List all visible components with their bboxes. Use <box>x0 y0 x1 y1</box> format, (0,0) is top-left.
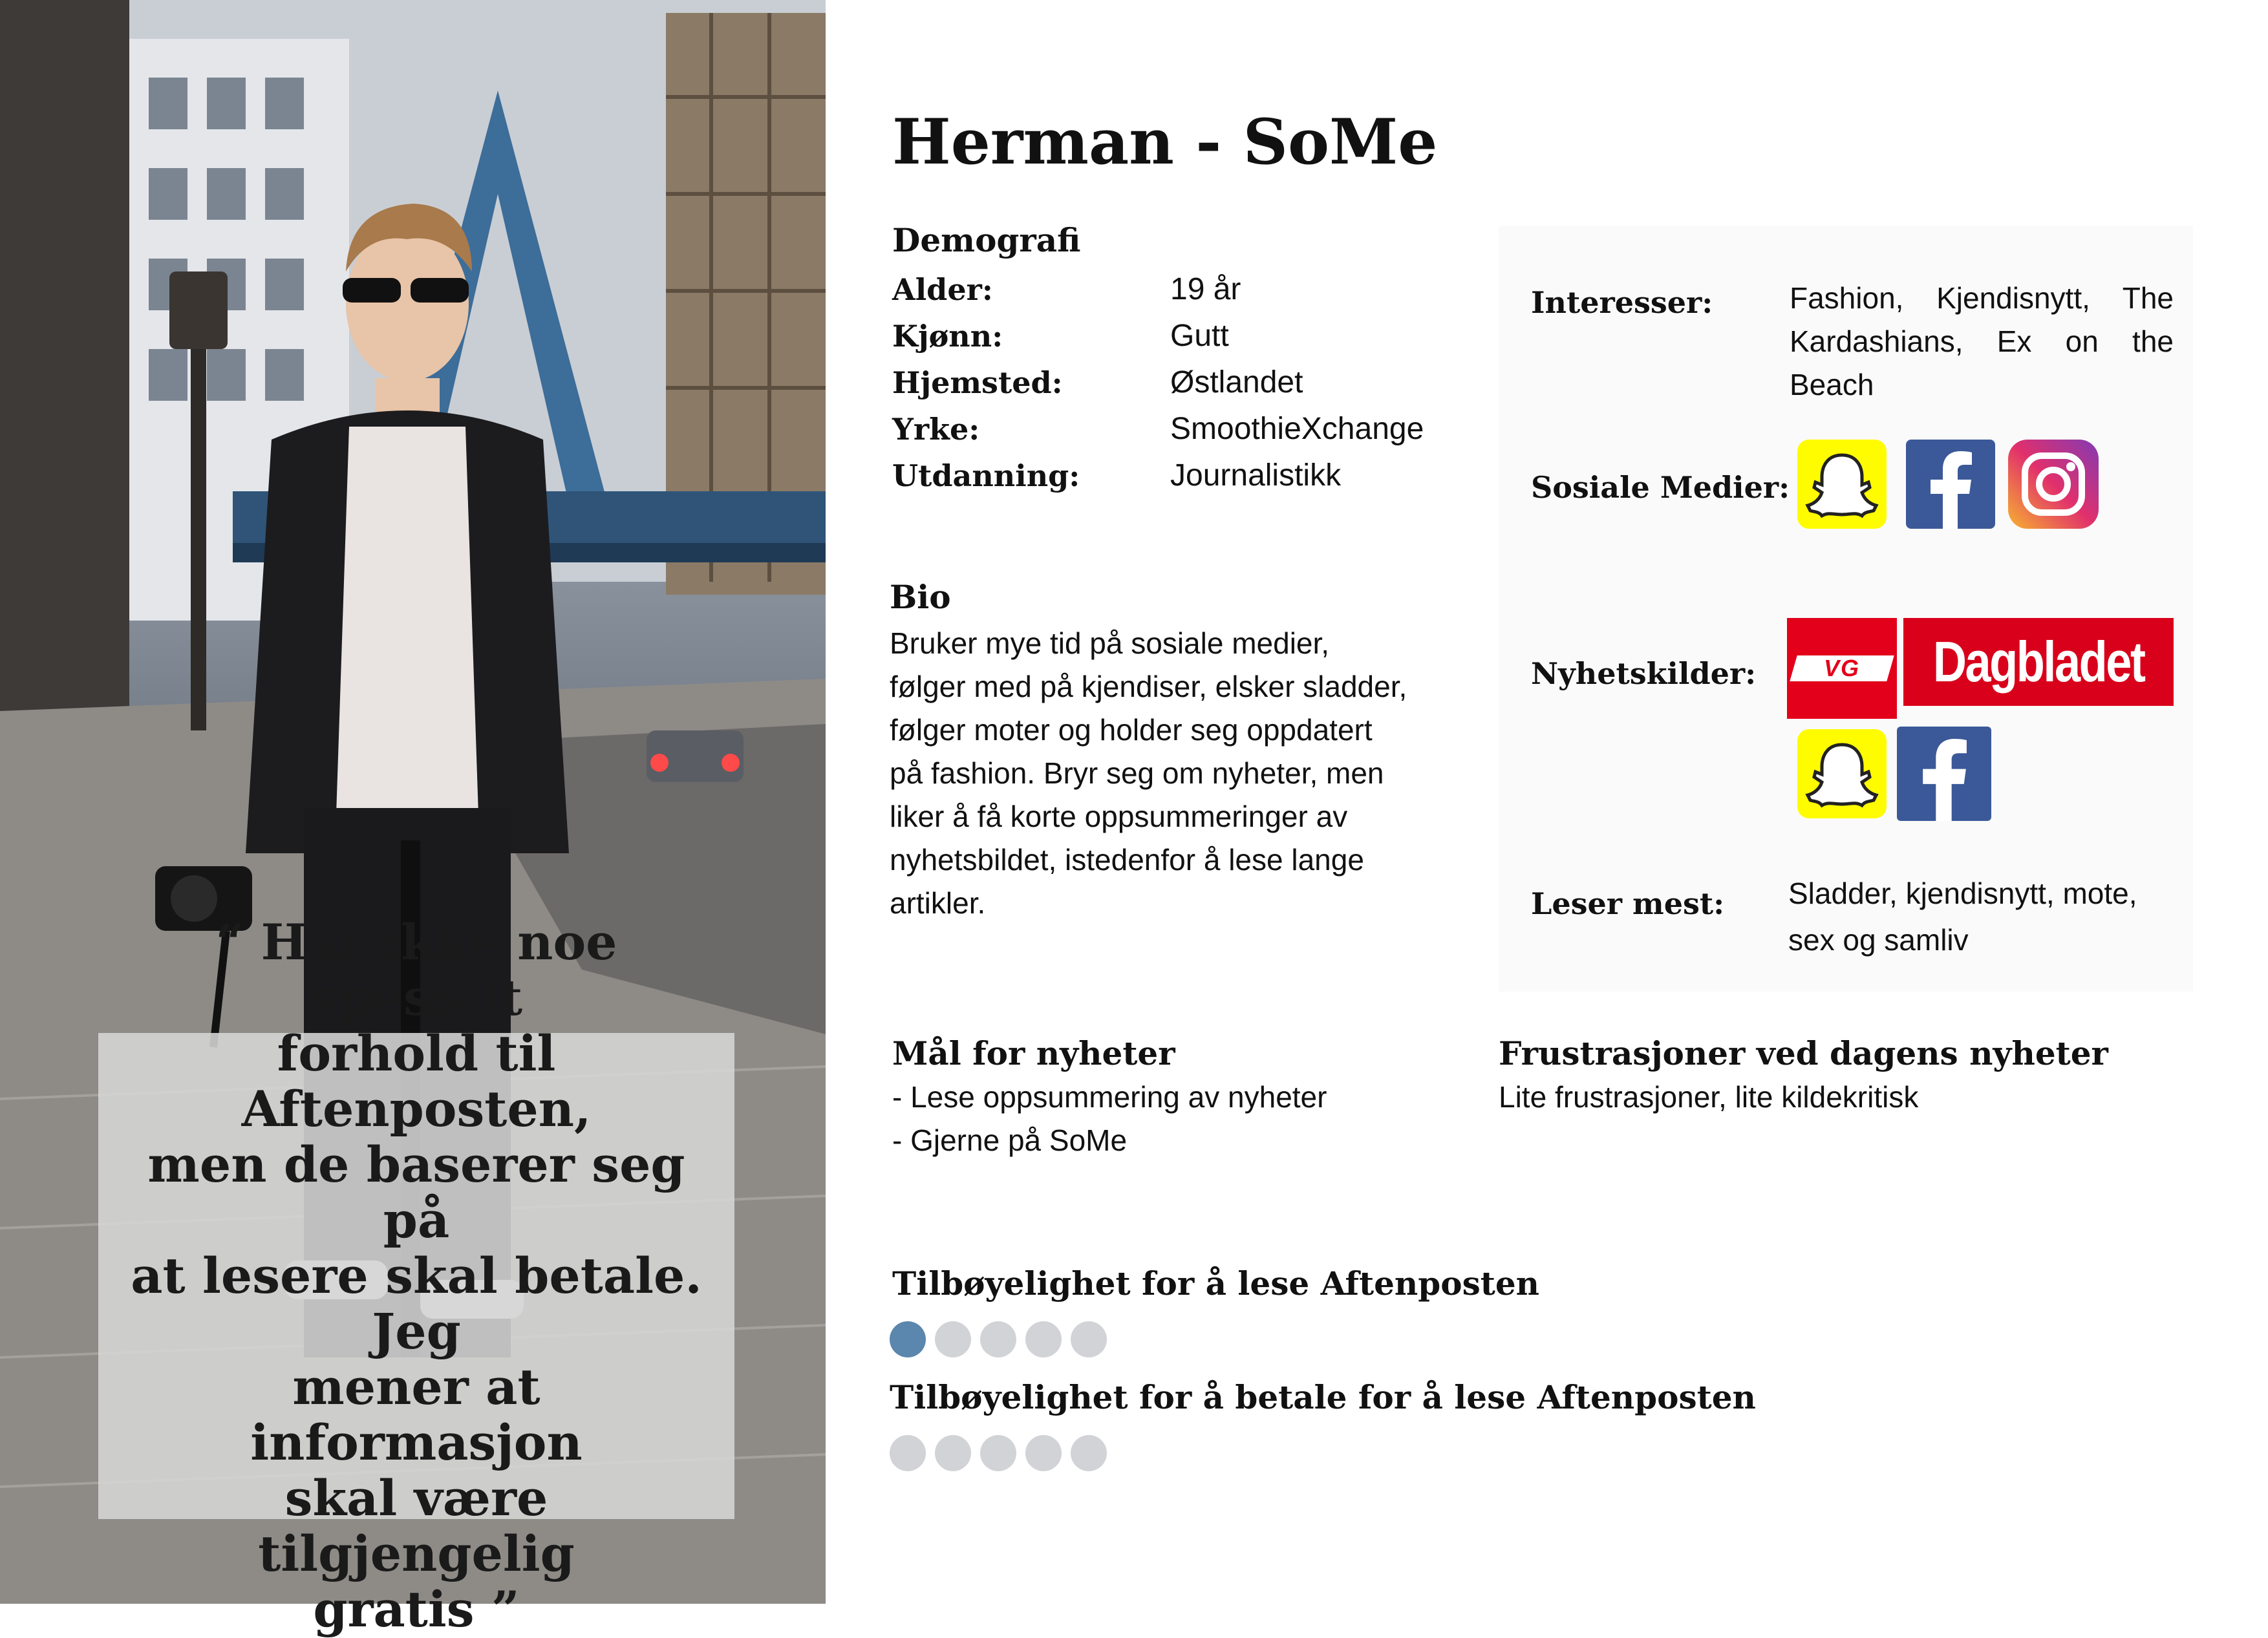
nyhetskilder-label: Nyhetskilder: <box>1531 656 1757 691</box>
demografi-label: Hjemsted: <box>892 365 1063 400</box>
rating-dot <box>1025 1435 1062 1471</box>
interesser-line: Beach <box>1790 368 1874 401</box>
facebook-icon <box>1906 440 1995 529</box>
bio-line: følger med på kjendiser, elsker sladder, <box>890 670 1407 703</box>
rating-dot <box>1071 1435 1107 1471</box>
dagbladet-logo: Dagbladet <box>1903 618 2174 706</box>
vg-logo: VG <box>1787 618 1897 719</box>
demografi-label: Alder: <box>892 272 993 307</box>
bio-text: Bruker mye tid på sosiale medier, følger… <box>890 622 1484 925</box>
leser-mest-line: sex og samliv <box>1788 923 1969 957</box>
demografi-row: Kjønn: Gutt <box>892 313 1474 359</box>
bio-line: på fashion. Bryr seg om nyheter, men <box>890 756 1384 790</box>
bio-line: Bruker mye tid på sosiale medier, <box>890 626 1330 660</box>
rating-dot <box>980 1435 1016 1471</box>
snapchat-icon <box>1797 440 1887 529</box>
bio-heading: Bio <box>890 578 951 616</box>
demografi-value: Gutt <box>1170 319 1229 353</box>
bio-line: følger moter og holder seg oppdatert <box>890 713 1373 747</box>
quote-line: forhold til Aftenposten, <box>241 1025 592 1138</box>
rating-dots-lese <box>890 1321 1161 1360</box>
maal-item: - Lese oppsummering av nyheter <box>892 1080 1327 1114</box>
interesser-value: Fashion, Kjendisnytt, The Kardashians, E… <box>1790 277 2174 407</box>
demografi-label: Kjønn: <box>892 319 1003 354</box>
interesser-label: Interesser: <box>1531 285 1713 320</box>
demografi-label: Utdanning: <box>892 458 1080 493</box>
interesser-line: Fashion, Kjendisnytt, The <box>1790 281 2174 315</box>
quote-line: gratis ” <box>313 1580 520 1638</box>
rating-dots-betale <box>890 1435 1161 1474</box>
sosiale-medier-label: Sosiale Medier: <box>1531 470 1790 505</box>
quote-line: at lesere skal betale. Jeg <box>131 1247 702 1360</box>
rating-dot <box>935 1435 971 1471</box>
rating-dot <box>890 1321 926 1357</box>
quote-line: men de baserer seg på <box>147 1136 685 1249</box>
quote-box: “ Har ikke noe spesielt forhold til Afte… <box>98 915 734 1637</box>
quote-line: skal være tilgjengelig <box>258 1469 575 1582</box>
demografi-row: Alder: 19 år <box>892 266 1474 313</box>
maal-heading: Mål for nyheter <box>892 1034 1175 1072</box>
rating-dot <box>980 1321 1016 1357</box>
demografi-heading: Demografi <box>892 221 1081 259</box>
demografi-label: Yrke: <box>892 412 980 447</box>
leser-mest-line: Sladder, kjendisnytt, mote, <box>1788 877 2137 910</box>
persona-quote: “ Har ikke noe spesielt forhold til Afte… <box>125 915 707 1637</box>
bio-line: liker å få korte oppsummeringer av <box>890 800 1348 833</box>
demografi-value: Østlandet <box>1170 365 1303 399</box>
rating-dot <box>935 1321 971 1357</box>
rating-dot <box>1071 1321 1107 1357</box>
demografi-row: Hjemsted: Østlandet <box>892 359 1474 406</box>
frustrasjoner-heading: Frustrasjoner ved dagens nyheter <box>1499 1034 2108 1072</box>
rating-label-lese: Tilbøyelighet for å lese Aftenposten <box>892 1264 1539 1303</box>
leser-mest-value: Sladder, kjendisnytt, mote, sex og samli… <box>1788 870 2176 963</box>
demografi-row: Yrke: SmoothieXchange <box>892 406 1474 452</box>
demografi-value: 19 år <box>1170 272 1241 306</box>
leser-mest-label: Leser mest: <box>1531 886 1725 921</box>
dagbladet-logo-text: Dagbladet <box>1932 630 2146 694</box>
quote-line: “ Har ikke noe spesielt <box>215 913 617 1026</box>
vg-logo-band: VG <box>1790 655 1894 681</box>
rating-label-betale: Tilbøyelighet for å betale for å lese Af… <box>890 1378 1756 1416</box>
interesser-line: Kardashians, Ex on the <box>1790 324 2174 358</box>
vg-logo-text: VG <box>1823 655 1860 681</box>
demografi-value: SmoothieXchange <box>1170 412 1424 446</box>
instagram-icon <box>2008 440 2099 529</box>
demografi-row: Utdanning: Journalistikk <box>892 452 1474 499</box>
rating-dot <box>1025 1321 1062 1357</box>
bio-line: artikler. <box>890 886 986 920</box>
facebook-icon <box>1897 727 1991 821</box>
demografi-table: Alder: 19 år Kjønn: Gutt Hjemsted: Østla… <box>892 266 1474 499</box>
demografi-value: Journalistikk <box>1170 458 1342 493</box>
rating-dot <box>890 1435 926 1471</box>
quote-line: mener at informasjon <box>250 1358 583 1471</box>
maal-item: - Gjerne på SoMe <box>892 1123 1128 1157</box>
bio-line: nyhetsbildet, istedenfor å lese lange <box>890 843 1364 877</box>
frustrasjoner-text: Lite frustrasjoner, lite kildekritisk <box>1499 1080 1919 1114</box>
maal-list: - Lese oppsummering av nyheter - Gjerne … <box>892 1076 1327 1162</box>
page-title: Herman - SoMe <box>892 105 1438 178</box>
snapchat-icon <box>1797 729 1887 818</box>
